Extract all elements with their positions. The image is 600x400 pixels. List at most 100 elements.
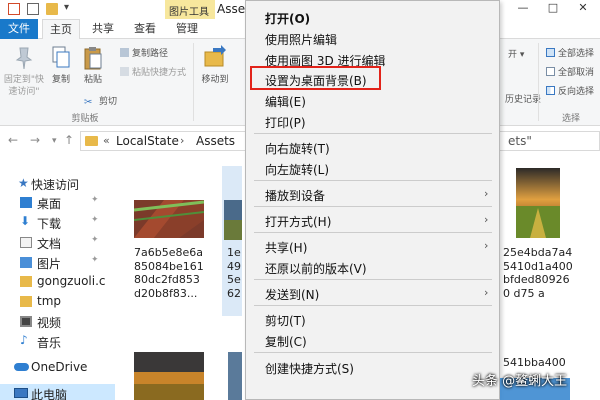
menu-item-rotate-right[interactable]: 向右旋转(T) <box>246 137 499 158</box>
breadcrumb-assets[interactable]: Assets <box>196 134 235 148</box>
cut-button[interactable]: ✂ 剪切 <box>84 94 117 108</box>
menu-item-share[interactable]: 共享(H) › <box>246 236 499 257</box>
up-arrow-icon[interactable]: ↑ <box>64 133 74 147</box>
menu-item-label: 打开(O) <box>265 12 311 26</box>
image-thumbnail <box>228 352 242 400</box>
paste-shortcut-icon <box>120 67 129 76</box>
menu-item-restore-previous-versions[interactable]: 还原以前的版本(V) <box>246 257 499 278</box>
submenu-arrow-icon: › <box>484 239 489 252</box>
nav-item-gongzuoli[interactable]: gongzuoli.c <box>0 272 115 292</box>
menu-item-label: 复制(C) <box>265 335 307 349</box>
video-icon <box>20 316 32 327</box>
select-all-label: 全部选择 <box>558 49 595 59</box>
move-to-button[interactable]: 移动到 <box>198 45 232 86</box>
file-thumbnail[interactable] <box>134 352 204 400</box>
menu-item-open-with[interactable]: 打开方式(H) › <box>246 210 499 231</box>
file-name[interactable]: 1e 49 5e 62 <box>227 246 245 300</box>
pin-icon <box>15 47 33 70</box>
nav-item-tmp[interactable]: tmp <box>0 292 115 312</box>
menu-item-edit-with-photos[interactable]: 使用照片编辑 <box>246 28 499 49</box>
checkbox-icon[interactable] <box>27 3 39 15</box>
menu-item-edit[interactable]: 编辑(E) <box>246 90 499 111</box>
new-folder-icon[interactable] <box>46 3 58 15</box>
breadcrumb-localstate[interactable]: LocalState <box>116 134 179 148</box>
music-icon: ♪ <box>20 333 28 347</box>
submenu-arrow-icon: › <box>484 286 489 299</box>
search-placeholder: ets" <box>508 134 532 148</box>
breadcrumb-overflow[interactable]: « <box>103 134 110 147</box>
recent-dropdown-icon[interactable]: ▾ <box>52 136 57 146</box>
nav-item-videos[interactable]: 视频 <box>0 312 115 332</box>
menu-item-create-shortcut[interactable]: 创建快捷方式(S) <box>246 357 499 378</box>
menu-item-label: 编辑(E) <box>265 95 306 109</box>
nav-item-label: 桌面 <box>37 197 62 211</box>
copy-path-label: 复制路径 <box>132 49 169 59</box>
highlight-annotation-box <box>250 66 381 90</box>
file-name[interactable]: 25e4bda7a4 5410d1a400 bfded80926 0 d75 a <box>503 246 573 300</box>
paste-shortcut-button[interactable]: 粘贴快捷方式 <box>120 65 186 78</box>
invert-selection-button[interactable]: 反向选择 <box>546 84 594 97</box>
file-thumbnail[interactable] <box>224 200 242 243</box>
select-group-label: 选择 <box>561 114 580 124</box>
new-item-dropdown[interactable]: 开 ▾ <box>508 47 524 60</box>
menu-separator <box>254 232 492 233</box>
menu-item-label: 向右旋转(T) <box>265 142 330 156</box>
paste-icon <box>84 47 102 70</box>
properties-icon[interactable] <box>8 3 20 15</box>
menu-item-rotate-left[interactable]: 向左旋转(L) <box>246 158 499 179</box>
minimize-button[interactable]: — <box>508 1 538 17</box>
menu-item-print[interactable]: 打印(P) <box>246 111 499 132</box>
copy-path-button[interactable]: 复制路径 <box>120 46 168 59</box>
menu-item-label: 还原以前的版本(V) <box>265 262 367 276</box>
nav-item-onedrive[interactable]: OneDrive <box>0 358 115 378</box>
select-all-icon <box>546 48 555 57</box>
menu-separator <box>254 352 492 353</box>
nav-item-pictures[interactable]: 图片 ✦ <box>0 253 115 273</box>
select-none-label: 全部取消 <box>558 68 595 78</box>
tab-file[interactable]: 文件 <box>0 19 38 39</box>
menu-item-label: 剪切(T) <box>265 314 306 328</box>
nav-item-downloads[interactable]: ⬇ 下载 ✦ <box>0 213 115 233</box>
nav-item-desktop[interactable]: 桌面 ✦ <box>0 193 115 213</box>
tab-home[interactable]: 主页 <box>42 19 80 39</box>
search-input[interactable]: ets" <box>497 131 600 151</box>
pin-to-quick-access-button[interactable]: 固定到"快 速访问" <box>2 45 46 98</box>
paste-button[interactable]: 粘贴 <box>78 45 108 86</box>
computer-icon <box>14 388 28 398</box>
paste-shortcut-label: 粘贴快捷方式 <box>132 68 187 78</box>
nav-item-documents[interactable]: 文档 ✦ <box>0 233 115 253</box>
menu-separator <box>254 305 492 306</box>
nav-item-label: OneDrive <box>31 360 88 374</box>
maximize-button[interactable]: □ <box>538 1 568 17</box>
nav-item-label: 图片 <box>37 257 62 271</box>
menu-item-copy[interactable]: 复制(C) <box>246 330 499 351</box>
select-none-button[interactable]: 全部取消 <box>546 65 594 78</box>
move-to-icon <box>204 45 226 67</box>
file-thumbnail[interactable] <box>228 352 242 400</box>
nav-item-music[interactable]: ♪ 音乐 <box>0 332 115 352</box>
menu-item-send-to[interactable]: 发送到(N) › <box>246 283 499 304</box>
quick-access-dropdown-icon[interactable]: ▾ <box>64 2 76 14</box>
forward-arrow-icon[interactable]: → <box>30 133 40 147</box>
file-name[interactable]: 7a6b5e8e6a 85084be161 80dc2fd853 d20b8f8… <box>134 246 204 300</box>
select-all-button[interactable]: 全部选择 <box>546 46 594 59</box>
menu-item-open[interactable]: 打开(O) <box>246 7 499 28</box>
close-button[interactable]: ✕ <box>568 1 598 17</box>
document-icon <box>20 237 32 248</box>
invert-selection-icon <box>546 86 555 95</box>
copy-button[interactable]: 复制 <box>46 45 76 86</box>
tab-view[interactable]: 查看 <box>126 19 164 39</box>
menu-item-cut[interactable]: 剪切(T) <box>246 309 499 330</box>
back-arrow-icon[interactable]: ← <box>8 133 18 147</box>
nav-item-quick-access[interactable]: ★ 快速访问 <box>0 174 115 194</box>
breadcrumb-separator[interactable]: › <box>180 134 184 147</box>
menu-item-cast-to-device[interactable]: 播放到设备 › <box>246 184 499 205</box>
tab-manage[interactable]: 管理 <box>168 19 206 39</box>
file-thumbnail[interactable] <box>133 200 205 241</box>
nav-item-this-pc[interactable]: 此电脑 <box>0 384 115 400</box>
tab-share[interactable]: 共享 <box>84 19 122 39</box>
file-thumbnail[interactable] <box>516 168 560 241</box>
file-name[interactable]: 541bba400 <box>503 356 566 370</box>
copy-label: 复制 <box>51 75 70 85</box>
history-button[interactable]: 历史记录 <box>505 92 541 105</box>
